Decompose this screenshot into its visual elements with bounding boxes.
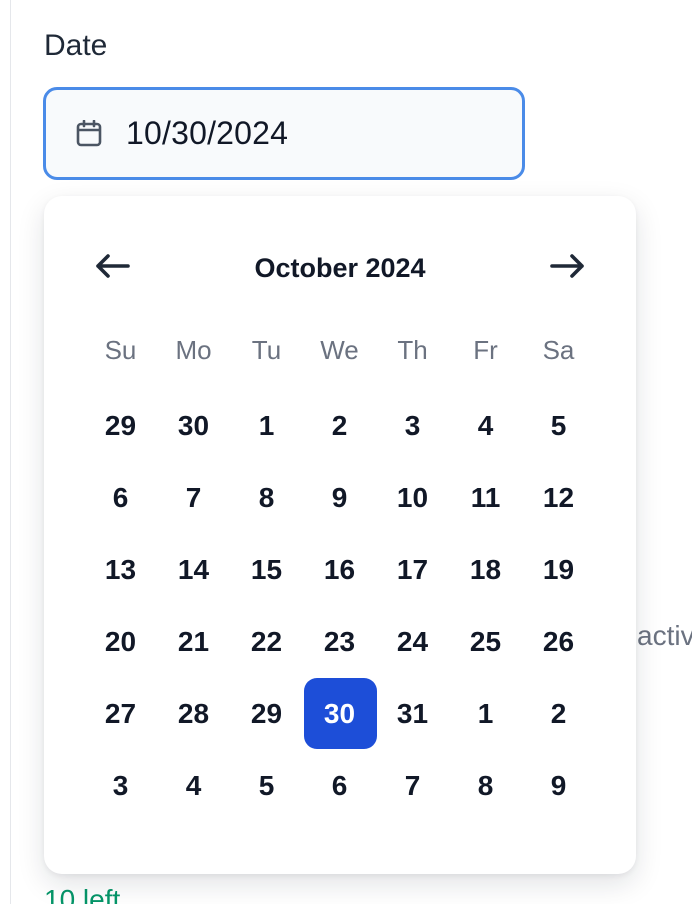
date-input-value: 10/30/2024 [126,115,289,151]
arrow-left-icon [94,253,130,284]
calendar-day[interactable]: 1 [449,678,522,750]
left-divider [10,0,11,904]
calendar-day[interactable]: 3 [84,750,157,822]
calendar-day[interactable]: 11 [449,462,522,534]
calendar-day[interactable]: 6 [303,750,376,822]
weekday-label: Th [397,334,428,365]
page: Date 10/30/2024 activ 10 left October 20… [0,0,692,904]
calendar-day[interactable]: 12 [522,462,595,534]
calendar-day[interactable]: 26 [522,606,595,678]
calendar-day[interactable]: 7 [157,462,230,534]
calendar-day[interactable]: 5 [522,390,595,462]
weekday-label: Mo [175,334,212,365]
calendar-day[interactable]: 19 [522,534,595,606]
calendar-day[interactable]: 18 [449,534,522,606]
calendar-week: 29 30 1 2 3 4 5 [84,390,595,462]
calendar-day[interactable]: 22 [230,606,303,678]
date-picker-popover: October 2024 Su Mo Tu We Th Fr Sa 29 30 … [44,196,636,874]
calendar-week: 3 4 5 6 7 8 9 [84,750,595,822]
calendar-day[interactable]: 21 [157,606,230,678]
calendar-week: 27 28 29 30 31 1 2 [84,678,595,750]
calendar-day[interactable]: 15 [230,534,303,606]
calendar-day[interactable]: 6 [84,462,157,534]
calendar-day[interactable]: 9 [522,750,595,822]
calendar-day[interactable]: 14 [157,534,230,606]
calendar-day[interactable]: 24 [376,606,449,678]
weekday-label: Sa [542,334,575,365]
weekday-label: We [320,334,359,365]
calendar-day[interactable]: 13 [84,534,157,606]
calendar-day[interactable]: 8 [230,462,303,534]
calendar-day[interactable]: 7 [376,750,449,822]
calendar-day[interactable]: 3 [376,390,449,462]
calendar-week: 20 21 22 23 24 25 26 [84,606,595,678]
calendar-day[interactable]: 16 [303,534,376,606]
remaining-count: 10 left [44,884,121,904]
next-month-button[interactable] [546,246,590,290]
date-field-label: Date [44,29,108,62]
calendar-day[interactable]: 23 [303,606,376,678]
calendar-week: 6 7 8 9 10 11 12 [84,462,595,534]
calendar-day[interactable]: 4 [449,390,522,462]
weekday-header: Su Mo Tu We Th Fr Sa [84,318,595,390]
calendar-icon [76,119,102,147]
obscured-text: activ [637,620,692,651]
calendar-day[interactable]: 27 [84,678,157,750]
calendar-day[interactable]: 20 [84,606,157,678]
calendar-day[interactable]: 29 [84,390,157,462]
calendar-day[interactable]: 8 [449,750,522,822]
calendar-day-selected[interactable]: 30 [303,678,377,750]
calendar-day[interactable]: 31 [376,678,449,750]
calendar-day[interactable]: 25 [449,606,522,678]
calendar-day[interactable]: 30 [157,390,230,462]
previous-month-button[interactable] [90,246,134,290]
calendar-grid: Su Mo Tu We Th Fr Sa 29 30 1 2 3 4 5 6 7… [84,318,595,822]
arrow-right-icon [550,253,586,284]
calendar-week: 13 14 15 16 17 18 19 [84,534,595,606]
weekday-label: Tu [251,334,282,365]
calendar-day[interactable]: 4 [157,750,230,822]
calendar-day[interactable]: 10 [376,462,449,534]
weekday-label: Su [104,334,137,365]
calendar-day[interactable]: 9 [303,462,376,534]
calendar-day[interactable]: 1 [230,390,303,462]
calendar-day[interactable]: 2 [303,390,376,462]
calendar-day[interactable]: 17 [376,534,449,606]
calendar-day[interactable]: 29 [230,678,303,750]
calendar-day[interactable]: 5 [230,750,303,822]
date-input[interactable]: 10/30/2024 [43,87,525,180]
weekday-label: Fr [473,334,498,365]
calendar-day[interactable]: 2 [522,678,595,750]
calendar-day[interactable]: 28 [157,678,230,750]
